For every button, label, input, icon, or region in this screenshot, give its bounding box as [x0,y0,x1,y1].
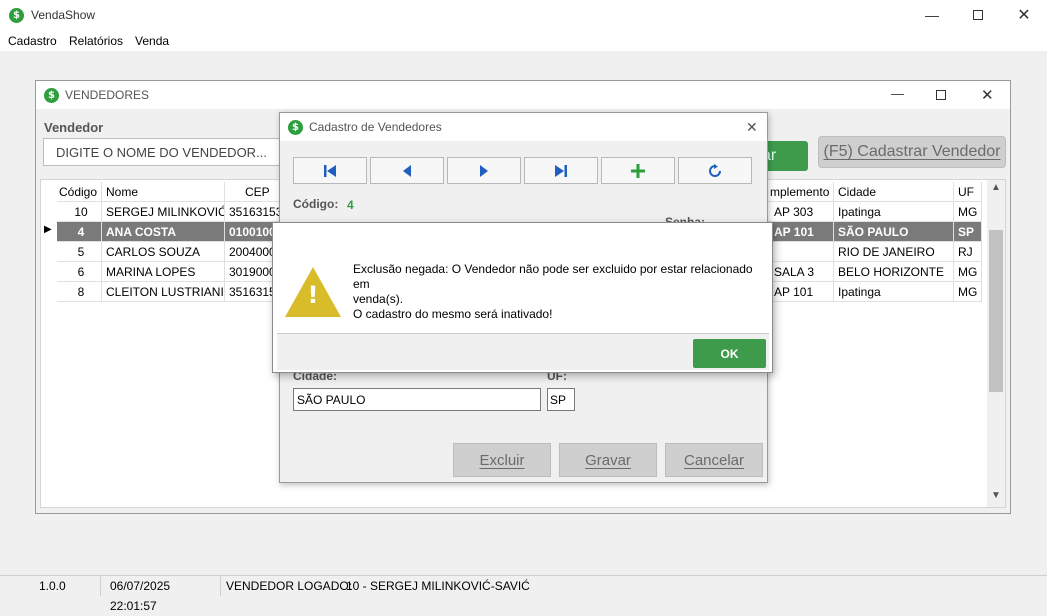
warning-icon: ! [283,265,343,319]
excluir-button[interactable]: Excluir [453,443,551,477]
table-cell[interactable]: RJ [954,242,982,262]
table-cell[interactable]: MG [954,202,982,222]
app-title: VendaShow [31,8,96,22]
table-cell[interactable]: SP [954,222,982,242]
dialog-message: Exclusão negada: O Vendedor não pode ser… [353,262,768,322]
table-cell[interactable]: BELO HORIZONTE [834,262,954,282]
scroll-up-icon[interactable]: ▲ [991,182,1001,193]
table-cell[interactable]: CARLOS SOUZA [102,242,225,262]
uf-field[interactable]: SP [547,388,575,411]
table-cell[interactable]: 35163153 [225,202,285,222]
table-cell[interactable]: SALA 3 [768,262,834,282]
codigo-value: 4 [347,198,354,212]
row-indicator-icon: ▶ [44,224,52,235]
gravar-button[interactable]: Gravar [559,443,657,477]
table-cell[interactable]: CLEITON LUSTRIANI [102,282,225,302]
grid-header-code[interactable]: Código [57,182,102,202]
search-input[interactable]: DIGITE O NOME DO VENDEDOR... [43,138,283,166]
grid-header-city[interactable]: Cidade [834,182,954,202]
maximize-icon[interactable] [955,0,1001,30]
table-cell[interactable]: Ipatinga [834,282,954,302]
status-user-value: 10 - SERGEJ MILINKOVIĆ-SAVIĆ [346,579,530,593]
table-cell[interactable]: AP 101 [768,222,834,242]
status-user-label: VENDEDOR LOGADO: [226,579,353,593]
menu-bar: Cadastro Relatórios Venda [0,30,1047,51]
table-cell[interactable]: RIO DE JANEIRO [834,242,954,262]
table-cell[interactable]: MARINA LOPES [102,262,225,282]
table-row[interactable]: 5 [57,242,102,262]
vendedores-titlebar: $ VENDEDORES [36,81,1010,109]
table-row[interactable]: 6 [57,262,102,282]
table-cell[interactable]: SERGEJ MILINKOVIĆ-SA [102,202,225,222]
search-label: Vendedor [44,120,104,135]
dialog-message-line: O cadastro do mesmo será inativado! [353,307,553,321]
table-cell[interactable]: Ipatinga [834,202,954,222]
cadastro-titlebar: $ Cadastro de Vendedores [280,113,767,141]
maximize-icon[interactable] [936,90,946,100]
next-record-icon[interactable] [447,157,521,184]
grid-header-uf[interactable]: UF [954,182,982,202]
menu-item-venda[interactable]: Venda [135,34,169,48]
table-cell[interactable] [768,242,834,262]
dialog-message-line: venda(s). [353,292,404,306]
cadastro-title: Cadastro de Vendedores [309,120,442,134]
app-logo-icon: $ [9,8,24,23]
table-cell[interactable]: ANA COSTA [102,222,225,242]
table-cell[interactable]: AP 101 [768,282,834,302]
warning-glyph: ! [307,281,319,309]
cancelar-button[interactable]: Cancelar [665,443,763,477]
cidade-field[interactable]: SÃO PAULO [293,388,541,411]
table-cell[interactable]: MG [954,282,982,302]
codigo-label: Código: [293,197,339,211]
close-icon[interactable]: ✕ [1001,0,1047,30]
status-datetime: 06/07/2025 22:01:57 [101,576,221,613]
vendedores-title: VENDEDORES [65,88,150,102]
close-icon[interactable]: ✕ [981,86,994,104]
previous-record-icon[interactable] [370,157,444,184]
dialog-message-line: Exclusão negada: O Vendedor não pode ser… [353,262,753,291]
status-bar: 1.0.0 06/07/2025 22:01:57 VENDEDOR LOGAD… [0,575,1047,613]
scroll-down-icon[interactable]: ▼ [991,490,1001,501]
window-logo-icon: $ [288,119,303,135]
table-row[interactable]: 8 [57,282,102,302]
app-titlebar: $ VendaShow — ✕ [0,0,1047,30]
nav-toolbar [293,157,757,184]
grid-header-name[interactable]: Nome [102,182,225,202]
refresh-icon[interactable] [678,157,752,184]
table-row[interactable]: 10 [57,202,102,222]
add-record-icon[interactable] [601,157,675,184]
close-icon[interactable]: ✕ [746,119,758,136]
ok-button[interactable]: OK [693,339,766,368]
grid-header-complement[interactable]: mplemento [768,182,834,202]
minimize-icon[interactable]: — [891,86,904,101]
register-vendedor-button[interactable]: (F5) Cadastrar Vendedor [818,136,1006,168]
table-cell[interactable]: MG [954,262,982,282]
first-record-icon[interactable] [293,157,367,184]
table-cell[interactable]: SÃO PAULO [834,222,954,242]
window-logo-icon: $ [44,87,59,103]
grid-header-cep[interactable]: CEP [225,182,285,202]
minimize-icon[interactable]: — [909,0,955,30]
menu-item-relatorios[interactable]: Relatórios [69,34,123,48]
table-cell[interactable]: AP 303 [768,202,834,222]
menu-item-cadastro[interactable]: Cadastro [8,34,57,48]
grid-scrollbar[interactable]: ▲ ▼ [987,180,1005,507]
status-version: 1.0.0 [0,576,101,596]
scroll-thumb[interactable] [989,230,1003,392]
message-dialog: ! Exclusão negada: O Vendedor não pode s… [272,222,773,373]
last-record-icon[interactable] [524,157,598,184]
table-row-selected[interactable]: 4 [57,222,102,242]
